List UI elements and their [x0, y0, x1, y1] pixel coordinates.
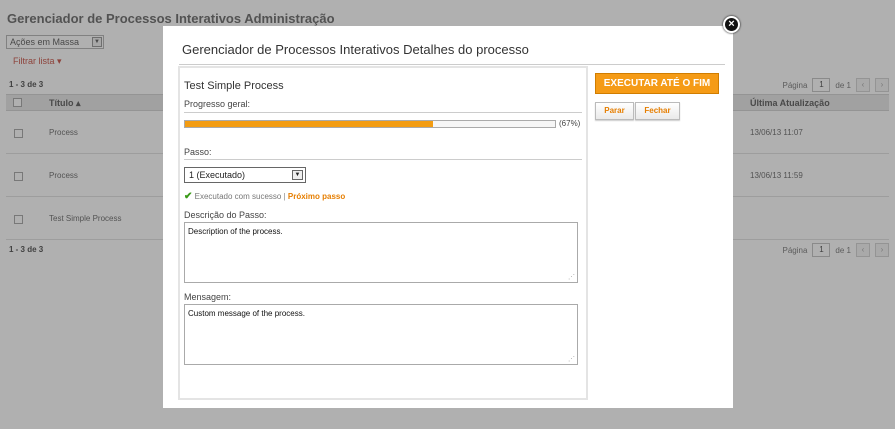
- process-name: Test Simple Process: [184, 80, 284, 92]
- action-panel: EXECUTAR ATÉ O FIM Parar Fechar: [588, 66, 726, 400]
- step-status: ✔ Executado com sucesso | Próximo passo: [184, 191, 345, 202]
- description-label: Descrição do Passo:: [184, 210, 267, 220]
- divider: [179, 64, 725, 65]
- description-textarea[interactable]: Description of the process. ⋰: [184, 222, 578, 283]
- step-label: Passo:: [184, 147, 212, 157]
- resize-grip-icon[interactable]: ⋰: [568, 273, 575, 281]
- status-separator: |: [283, 192, 286, 201]
- run-to-end-button[interactable]: EXECUTAR ATÉ O FIM: [595, 73, 719, 94]
- status-text: Executado com sucesso: [194, 192, 282, 201]
- message-textarea[interactable]: Custom message of the process. ⋰: [184, 304, 578, 365]
- progress-bar: [184, 120, 556, 128]
- message-text: Custom message of the process.: [188, 309, 305, 318]
- checkmark-icon: ✔: [184, 191, 193, 202]
- progress-percent: (67%): [559, 119, 581, 128]
- divider: [184, 112, 582, 113]
- resize-grip-icon[interactable]: ⋰: [568, 355, 575, 363]
- progress-label: Progresso geral:: [184, 99, 251, 109]
- next-step-link[interactable]: Próximo passo: [288, 192, 345, 201]
- modal-title: Gerenciador de Processos Interativos Det…: [182, 42, 529, 57]
- description-text: Description of the process.: [188, 227, 283, 236]
- divider: [184, 159, 582, 160]
- process-details-modal: Gerenciador de Processos Interativos Det…: [163, 26, 733, 408]
- step-selected-value: 1 (Executado): [189, 170, 246, 180]
- chevron-down-icon: ▼: [292, 170, 303, 180]
- process-details-panel: Test Simple Process Progresso geral: (67…: [178, 66, 588, 400]
- message-label: Mensagem:: [184, 292, 232, 302]
- close-icon[interactable]: ×: [723, 16, 740, 33]
- close-button[interactable]: Fechar: [635, 102, 680, 120]
- progress-bar-fill: [185, 121, 433, 127]
- stop-button[interactable]: Parar: [595, 102, 634, 120]
- step-select[interactable]: 1 (Executado) ▼: [184, 167, 306, 183]
